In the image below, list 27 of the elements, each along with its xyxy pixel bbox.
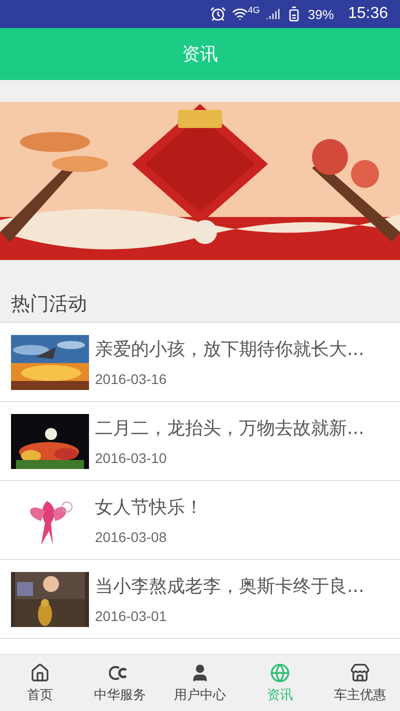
globe-icon [270,662,290,682]
wifi-icon [232,6,248,22]
tab[interactable]: 用户中心 [160,655,240,711]
article-title: 女人节快乐！ [95,496,203,519]
alarm-icon [210,6,226,22]
tab[interactable]: 车主优惠 [320,655,400,711]
tab[interactable]: 中华服务 [80,655,160,711]
battery-level: 39% [308,6,334,22]
article-item[interactable]: 当小李熬成老李，奥斯卡终于良... 2016-03-01 [0,560,400,639]
store-icon [350,662,370,682]
article-title: 亲爱的小孩，放下期待你就长大... [95,338,364,361]
home-icon [30,662,50,682]
article-item[interactable]: 亲爱的小孩，放下期待你就长大... 2016-03-16 [0,323,400,402]
article-date: 2016-03-08 [95,529,168,545]
article-date: 2016-03-01 [95,608,168,624]
clock: 15:36 [348,5,388,23]
article-title: 二月二，龙抬头，万物去故就新... [95,417,364,440]
page-title: 资讯 [182,43,218,66]
section-title: 热门活动 [11,292,87,316]
article-item[interactable]: 二月二，龙抬头，万物去故就新... 2016-03-10 [0,402,400,481]
article-item[interactable]: 女人节快乐！ 2016-03-08 [0,481,400,560]
signal-icon [266,7,280,21]
article-title: 当小李熬成老李，奥斯卡终于良... [95,575,364,598]
article-date: 2016-03-16 [95,371,168,387]
article-date: 2016-03-10 [95,450,168,466]
tab[interactable]: 首页 [0,655,80,711]
network-type: 4G [248,5,260,15]
